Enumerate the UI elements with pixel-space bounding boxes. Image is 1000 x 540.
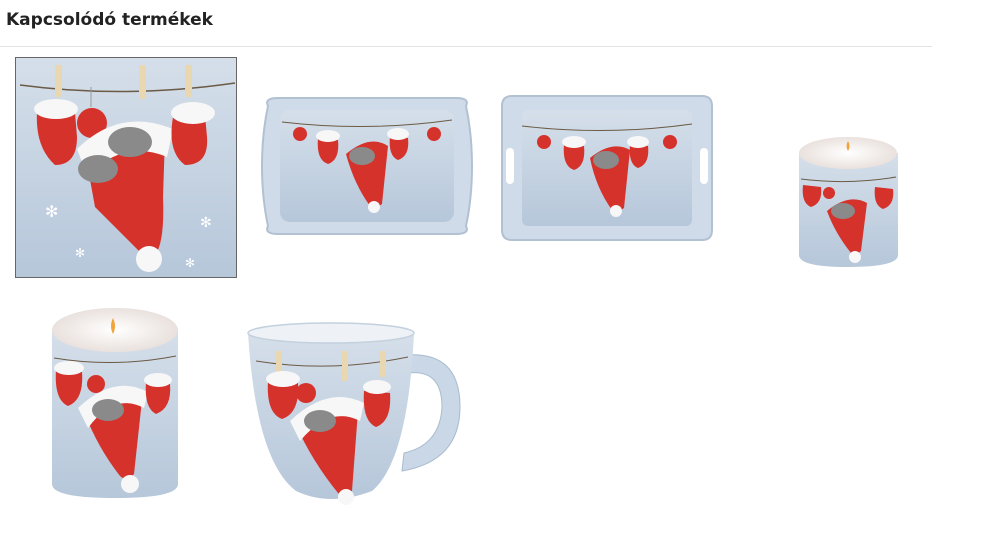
section-divider (0, 46, 932, 47)
tray-image (501, 95, 713, 241)
product-mug[interactable] (246, 321, 466, 507)
product-small-tray[interactable] (258, 94, 476, 238)
mug-image (247, 322, 461, 505)
product-napkin[interactable]: ✻ ✻ ✻ ✻ (15, 57, 237, 278)
svg-text:✻: ✻ (185, 256, 195, 270)
product-large-candle[interactable] (50, 304, 180, 500)
svg-text:✻: ✻ (200, 215, 212, 231)
section-title: Kapcsolódó termékek (6, 10, 213, 30)
product-small-candle[interactable] (797, 135, 900, 269)
candle-image (52, 308, 178, 498)
tray-image (260, 97, 474, 235)
candle-image (799, 137, 898, 267)
napkin-image: ✻ ✻ ✻ ✻ (15, 57, 237, 278)
svg-text:✻: ✻ (45, 202, 58, 221)
product-large-tray[interactable] (498, 92, 716, 244)
svg-text:✻: ✻ (75, 246, 85, 260)
